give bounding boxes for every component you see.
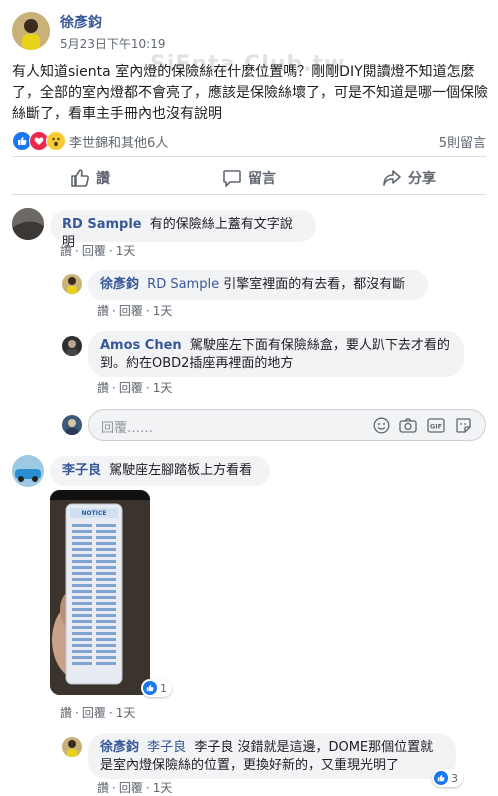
reply-meta: 讚 · 回覆 · 1天 <box>97 781 173 795</box>
like-button-label: 讚 <box>96 171 110 187</box>
reactions-summary[interactable]: 李世錦和其他6人 <box>69 132 168 151</box>
post-timestamp[interactable]: 5月23日下午10:19 <box>60 35 166 52</box>
reply-time[interactable]: 1天 <box>153 781 173 795</box>
comment-reply-link[interactable]: 回覆 <box>82 706 106 720</box>
reply-like-badge[interactable]: 3 <box>432 769 463 787</box>
divider-top <box>12 156 486 157</box>
photo-notice-label: NOTICE <box>82 510 107 517</box>
reply-author[interactable]: 徐彥鈞 <box>100 740 139 755</box>
reply-avatar[interactable] <box>62 737 82 757</box>
reply-meta: 讚 · 回覆 · 1天 <box>97 304 173 318</box>
comment-meta: 讚 · 回覆 · 1天 <box>60 706 136 720</box>
comment-text: 駕駛座左腳踏板上方看看 <box>109 463 253 478</box>
thumbs-up-icon <box>70 168 90 188</box>
comment-photo[interactable]: NOTICE <box>50 490 150 695</box>
emoji-icon[interactable] <box>373 417 390 434</box>
reply-like-link[interactable]: 讚 <box>97 304 109 318</box>
reply-text: 引擎室裡面的有去看，都沒有斷 <box>223 277 406 292</box>
reply-like-link[interactable]: 讚 <box>97 381 109 395</box>
reply-meta: 讚 · 回覆 · 1天 <box>97 381 173 395</box>
reply-avatar[interactable] <box>62 336 82 356</box>
reply-avatar[interactable] <box>62 274 82 294</box>
reply-like-count: 3 <box>451 771 458 785</box>
comment-icon <box>222 168 242 188</box>
reply-bubble: 徐彥鈞 RD Sample 引擎室裡面的有去看，都沒有斷 <box>88 270 428 300</box>
share-icon <box>382 168 402 188</box>
share-button-label: 分享 <box>408 171 436 187</box>
comment-time[interactable]: 1天 <box>116 706 136 720</box>
reaction-icons[interactable] <box>12 131 66 151</box>
comment-count[interactable]: 5則留言 <box>439 132 486 151</box>
gif-icon[interactable]: GIF <box>427 417 445 434</box>
divider-bottom <box>12 194 486 195</box>
comment-bubble: RD Sample 有的保險絲上蓋有文字說明 <box>50 210 316 250</box>
reply-input-placeholder: 回覆…… <box>101 421 154 436</box>
camera-icon[interactable] <box>399 417 417 434</box>
reply-reply-link[interactable]: 回覆 <box>119 781 143 795</box>
comment-button[interactable]: 留言 <box>222 168 276 188</box>
svg-text:GIF: GIF <box>430 423 442 431</box>
comment-button-label: 留言 <box>248 171 276 187</box>
comment-meta: 讚 · 回覆 · 1天 <box>60 244 136 258</box>
reply-mention[interactable]: 李子良 <box>147 740 186 755</box>
reply-bubble: Amos Chen 駕駛座左下面有保險絲盒，要人趴下去才看的到。約在OBD2插座… <box>88 331 464 377</box>
post-author-avatar[interactable] <box>12 12 50 50</box>
reply-reply-link[interactable]: 回覆 <box>119 381 143 395</box>
reply-bubble: 徐彥鈞 李子良 李子良 沒錯就是這邊，DOME那個位置就是室內燈保險絲的位置，更… <box>88 733 456 779</box>
commenter-avatar[interactable] <box>12 455 44 487</box>
photo-like-count: 1 <box>160 681 167 695</box>
post-body: 有人知道sienta 室內燈的保險絲在什麼位置嗎？剛剛DIY閱讀燈不知道怎麼了，… <box>12 64 488 122</box>
commenter-avatar[interactable] <box>12 208 44 240</box>
comment-like-link[interactable]: 讚 <box>60 706 72 720</box>
like-badge-icon <box>143 681 157 695</box>
post-author-name[interactable]: 徐彥鈞 <box>60 12 102 32</box>
comment-reply-link[interactable]: 回覆 <box>82 244 106 258</box>
reply-author[interactable]: 徐彥鈞 <box>100 277 139 292</box>
comment-like-link[interactable]: 讚 <box>60 244 72 258</box>
reply-reply-link[interactable]: 回覆 <box>119 304 143 318</box>
like-badge-icon <box>434 771 448 785</box>
comment-author[interactable]: RD Sample <box>62 217 142 232</box>
comment-bubble: 李子良 駕駛座左腳踏板上方看看 <box>50 456 270 486</box>
photo-like-badge[interactable]: 1 <box>141 679 172 697</box>
reply-time[interactable]: 1天 <box>153 381 173 395</box>
share-button[interactable]: 分享 <box>382 168 436 188</box>
reply-author[interactable]: Amos Chen <box>100 338 182 353</box>
reply-time[interactable]: 1天 <box>153 304 173 318</box>
reply-input[interactable]: 回覆…… GIF <box>88 409 486 441</box>
reply-like-link[interactable]: 讚 <box>97 781 109 795</box>
comment-author[interactable]: 李子良 <box>62 463 101 478</box>
comment-time[interactable]: 1天 <box>116 244 136 258</box>
composer-avatar <box>62 415 82 435</box>
sticker-icon[interactable] <box>455 417 472 434</box>
like-button[interactable]: 讚 <box>70 168 110 188</box>
reply-mention[interactable]: RD Sample <box>147 277 219 292</box>
wow-reaction-icon <box>46 131 66 151</box>
